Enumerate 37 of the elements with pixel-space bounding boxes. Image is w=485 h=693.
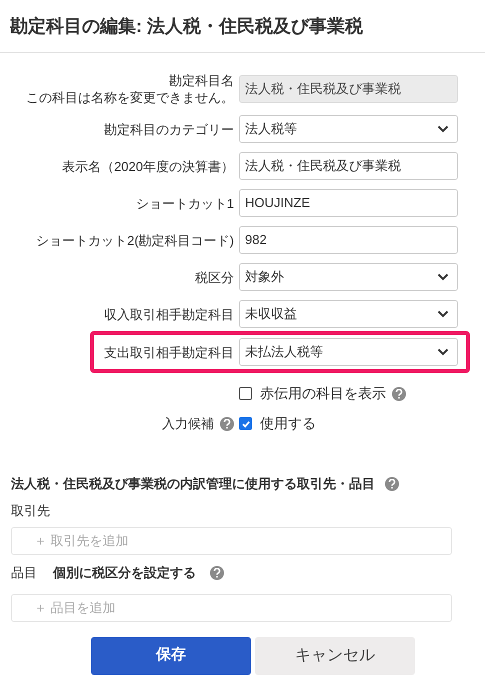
field-label: 勘定科目名: [169, 72, 234, 89]
field-label: 入力候補: [162, 414, 214, 433]
checkbox[interactable]: [239, 417, 252, 430]
chevron-down-icon: [437, 125, 449, 133]
field-label: 勘定科目のカテゴリー: [104, 120, 234, 138]
chevron-down-icon: [437, 348, 449, 356]
select-dropdown[interactable]: 未払法人税等: [239, 338, 458, 366]
chevron-down-icon: [437, 273, 449, 281]
field-label: 表示名（2020年度の決算書）: [62, 158, 234, 174]
chevron-down-icon: [437, 310, 449, 318]
checkbox-label: 赤伝用の科目を表示: [260, 384, 386, 403]
select-dropdown[interactable]: 未収収益: [239, 300, 458, 328]
select-dropdown[interactable]: 法人税等: [239, 115, 458, 143]
section-heading: 法人税・住民税及び事業税の内訳管理に使用する取引先・品目: [11, 475, 375, 493]
field-label: ショートカット2(勘定科目コード): [36, 232, 234, 248]
field-label: 取引先: [11, 502, 51, 520]
field-label: ショートカット1: [136, 194, 234, 212]
select-dropdown[interactable]: 対象外: [239, 263, 458, 291]
dialog-title: 勘定科目の編集: 法人税・住民税及び事業税: [10, 14, 363, 38]
field-label: 税区分: [195, 268, 234, 286]
help-icon[interactable]: [392, 386, 406, 400]
input-field[interactable]: 法人税・住民税及び事業税: [239, 152, 458, 180]
field-label: 品目: [11, 564, 38, 582]
help-icon[interactable]: [220, 416, 234, 430]
input-field[interactable]: HOUJINZE: [239, 189, 458, 217]
readonly-field: 法人税・住民税及び事業税: [239, 75, 458, 103]
checkbox-label: 使用する: [260, 414, 316, 433]
field-option: 個別に税区分を設定する: [53, 563, 196, 582]
input-field[interactable]: 982: [239, 226, 458, 254]
save-button[interactable]: 保存: [91, 636, 251, 674]
checkbox[interactable]: [239, 387, 252, 400]
field-note: この科目は名称を変更できません。: [26, 89, 234, 106]
field-label: 収入取引相手勘定科目: [104, 306, 234, 322]
help-icon[interactable]: [385, 476, 399, 491]
field-label: 支出取引相手勘定科目: [104, 344, 234, 360]
cancel-button[interactable]: キャンセル: [255, 636, 415, 674]
help-icon[interactable]: [210, 566, 224, 580]
